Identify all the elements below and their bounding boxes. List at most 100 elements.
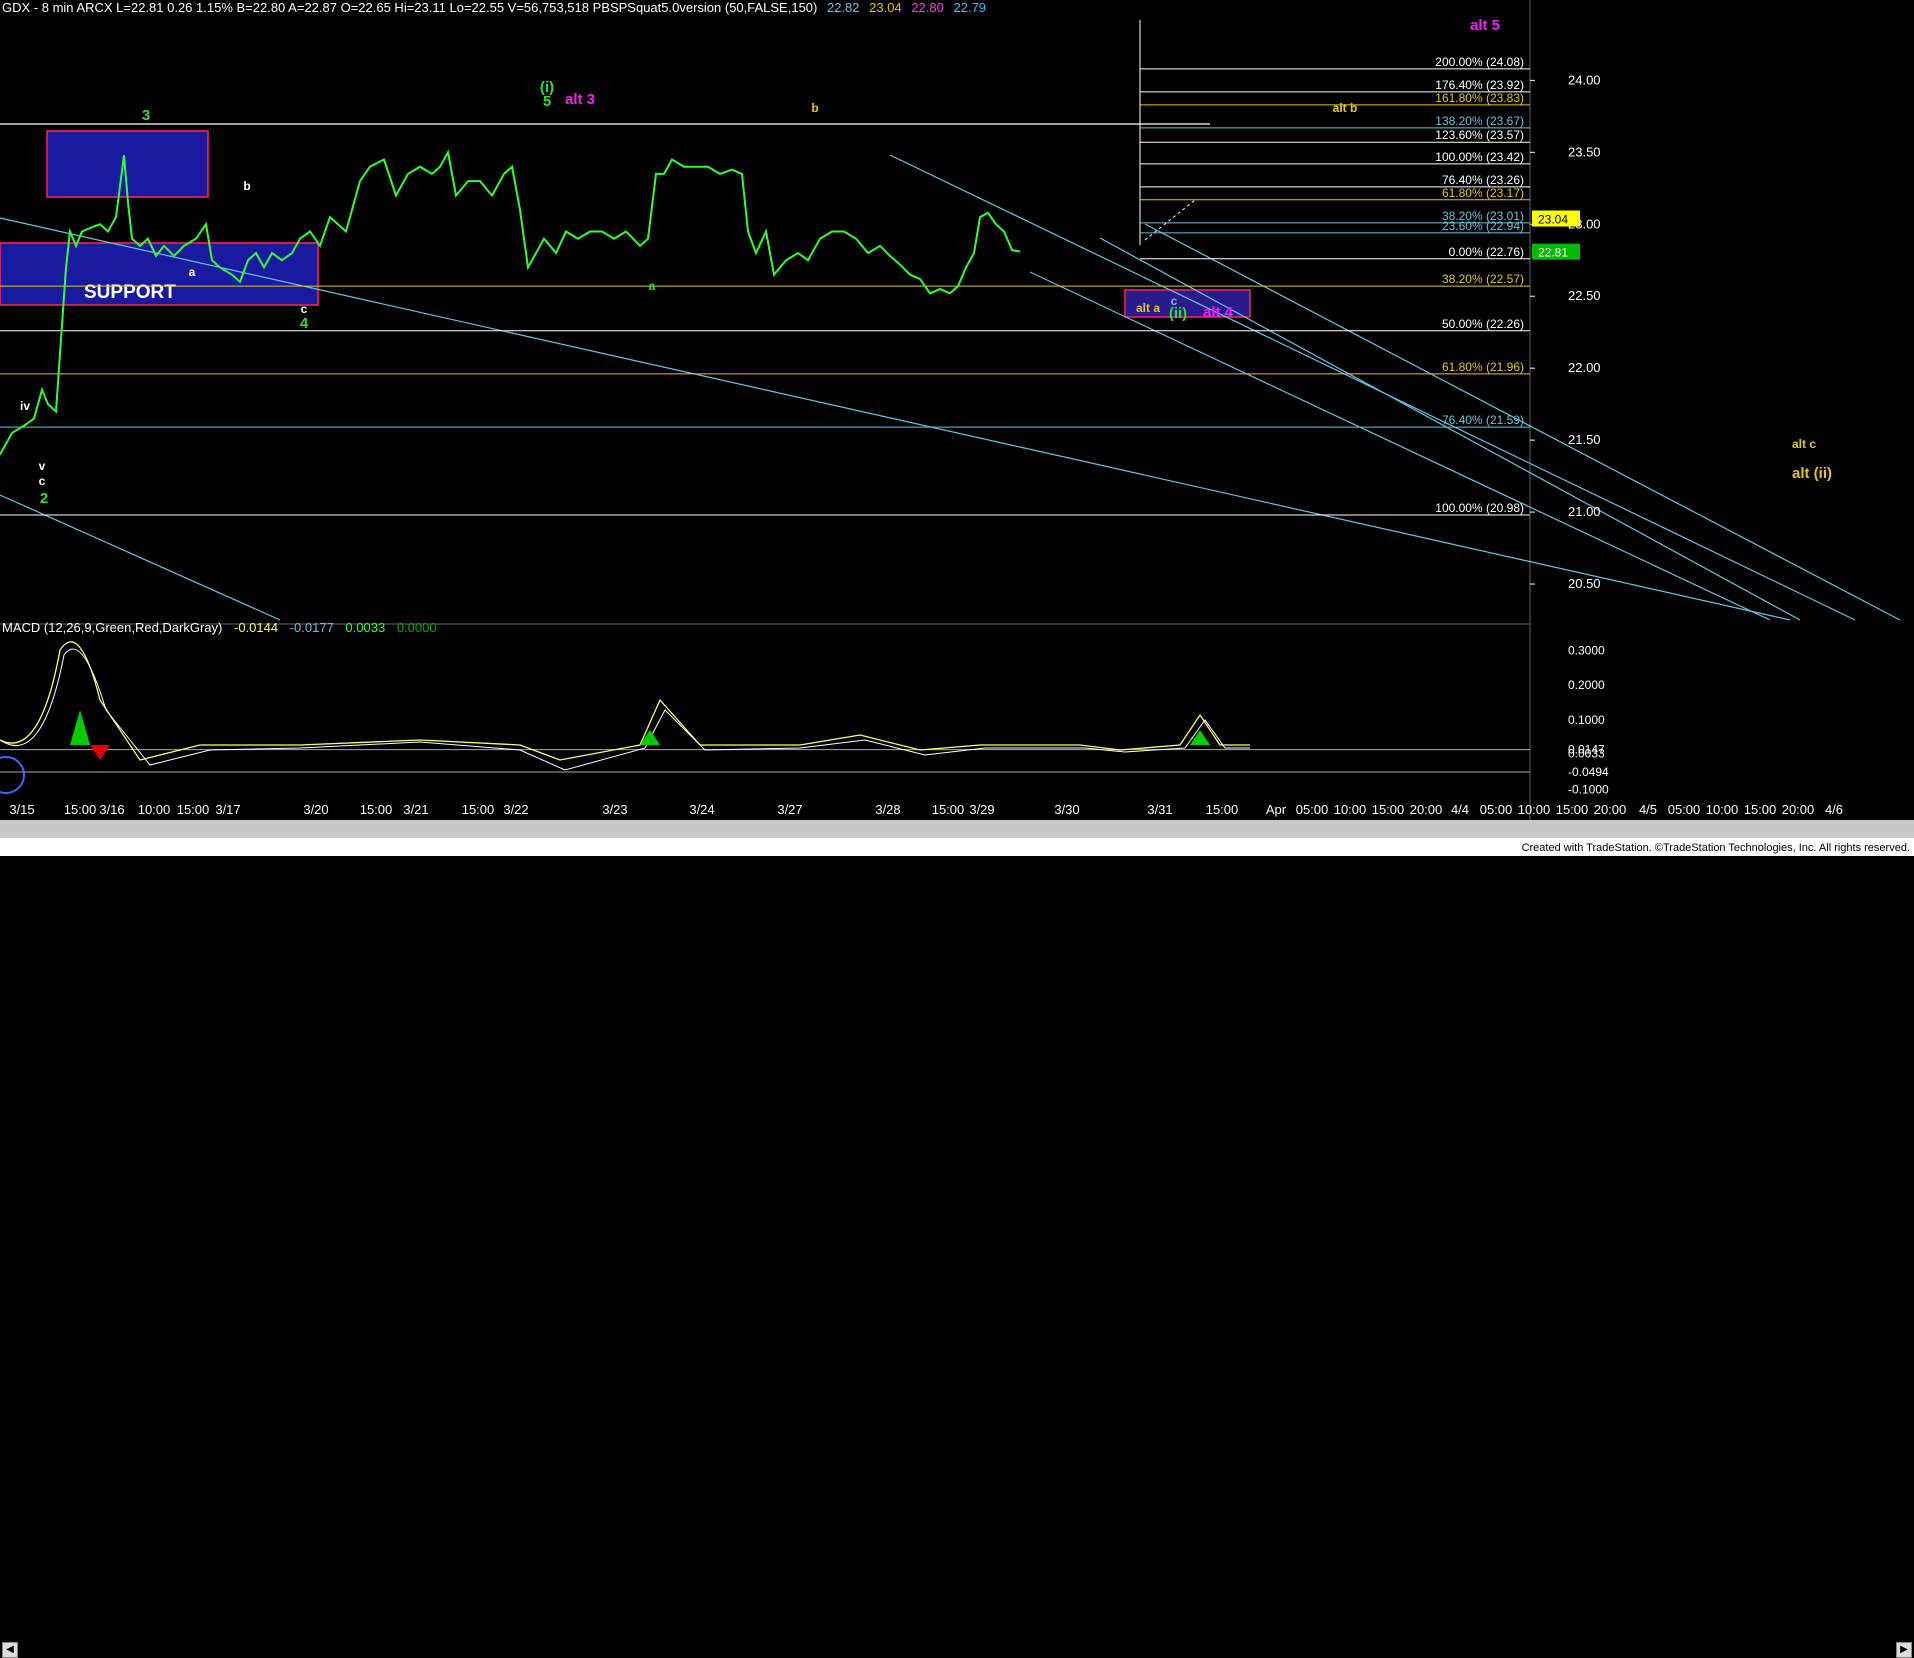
wave-label: alt c	[1792, 437, 1816, 451]
x-tick-label: 3/23	[602, 802, 627, 817]
price-chart: SUPPORT 200.00% (24.08) 176.40% (23.92)16…	[0, 0, 1914, 820]
wave-label: 2	[40, 490, 48, 507]
x-tick-label: 3/28	[875, 802, 900, 817]
fib-label: 200.00% (24.08)	[1435, 55, 1524, 69]
fib-label: 176.40% (23.92)	[1435, 78, 1524, 92]
wave-label: alt 4	[1203, 304, 1234, 321]
x-tick-label: 05:00	[1668, 802, 1701, 817]
x-tick-label: 15:00	[462, 802, 495, 817]
last-marker-label: 23.04	[1538, 213, 1568, 227]
macd-tick-label: 0.2000	[1568, 678, 1605, 692]
wave-label: a	[189, 265, 196, 279]
wave-label: b	[811, 101, 818, 115]
y-tick-label: 23.50	[1568, 144, 1601, 159]
wave-label: iv	[20, 399, 30, 413]
fib-label: 23.60% (22.94)	[1442, 219, 1524, 233]
x-tick-label: 15:00	[932, 802, 965, 817]
fib-label: 76.40% (23.26)	[1442, 173, 1524, 187]
x-tick-label: 3/15	[9, 802, 34, 817]
macd-value-2: -0.0177	[289, 620, 334, 635]
x-tick-label: Apr	[1266, 802, 1287, 817]
x-tick-label: 20:00	[1594, 802, 1627, 817]
x-tick-label: 10:00	[1518, 802, 1551, 817]
macd-tick-label: 0.0033	[1568, 747, 1605, 761]
x-tick-label: 15:00	[1556, 802, 1589, 817]
ind-value-2: 23.04	[869, 0, 902, 15]
chart-header: GDX - 8 min ARCX L=22.81 0.26 1.15% B=22…	[2, 0, 992, 20]
y-tick-label: 24.00	[1568, 72, 1601, 87]
fib-label: 50.00% (22.26)	[1442, 317, 1524, 331]
wave-label: alt 5	[1470, 17, 1500, 34]
fib-label: 100.00% (20.98)	[1435, 501, 1524, 515]
macd-tick-label: -0.1000	[1568, 783, 1609, 797]
x-tick-label: 3/31	[1147, 802, 1172, 817]
macd-tick-label: -0.0494	[1568, 765, 1609, 779]
wave-label: a	[649, 279, 656, 293]
x-tick-label: 3/29	[969, 802, 994, 817]
x-tick-label: 4/5	[1639, 802, 1657, 817]
macd-label: MACD (12,26,9,Green,Red,DarkGray)	[2, 620, 223, 635]
wave-label: c	[301, 302, 308, 316]
x-tick-label: 15:00	[177, 802, 210, 817]
fib-label: 123.60% (23.57)	[1435, 128, 1524, 142]
ind-value-3: 22.80	[911, 0, 944, 15]
wave-label: alt (ii)	[1792, 465, 1832, 482]
support-label: SUPPORT	[84, 282, 176, 303]
x-tick-label: 10:00	[138, 802, 171, 817]
x-tick-label: 3/30	[1054, 802, 1079, 817]
wave-label: v	[39, 459, 46, 473]
macd-tick-label: 0.1000	[1568, 713, 1605, 727]
x-tick-label: 05:00	[1480, 802, 1513, 817]
y-tick-label: 22.00	[1568, 360, 1601, 375]
footer-bar: Created with TradeStation. ©TradeStation…	[0, 838, 1914, 856]
fib-label: 76.40% (21.59)	[1442, 413, 1524, 427]
x-tick-label: 15:00	[64, 802, 97, 817]
wave-label: (ii)	[1169, 305, 1187, 322]
x-tick-label: 3/27	[777, 802, 802, 817]
x-tick-label: 20:00	[1782, 802, 1815, 817]
wave-label: 5	[543, 93, 551, 110]
x-tick-label: 3/21	[403, 802, 428, 817]
macd-header: MACD (12,26,9,Green,Red,DarkGray) -0.014…	[2, 620, 445, 635]
x-tick-label: 3/24	[689, 802, 714, 817]
y-tick-label: 20.50	[1568, 576, 1601, 591]
ind-value-1: 22.82	[826, 0, 860, 15]
wave-label: 3	[142, 107, 150, 124]
wave-label: alt b	[1333, 101, 1358, 115]
scroll-right-arrow-icon[interactable]: ▶	[1896, 1642, 1912, 1658]
x-tick-label: 3/16	[99, 802, 124, 817]
fib-label: 161.80% (23.83)	[1435, 91, 1524, 105]
fib-label: 38.20% (22.57)	[1442, 272, 1524, 286]
symbol-info: GDX - 8 min ARCX L=22.81 0.26 1.15% B=22…	[2, 0, 818, 15]
macd-value-3: 0.0033	[345, 620, 386, 635]
x-tick-label: 05:00	[1296, 802, 1329, 817]
y-tick-label: 22.50	[1568, 288, 1601, 303]
fib-label: 100.00% (23.42)	[1435, 150, 1524, 164]
wave-label: alt 3	[565, 91, 595, 108]
x-tick-label: 3/17	[215, 802, 240, 817]
y-tick-label: 21.00	[1568, 504, 1601, 519]
x-tick-label: 4/6	[1825, 802, 1843, 817]
wave-label: b	[243, 179, 250, 193]
macd-tick-label: 0.3000	[1568, 643, 1605, 657]
horizontal-scrollbar[interactable]: ◀ ▶	[0, 820, 1914, 1658]
x-tick-label: 3/22	[503, 802, 528, 817]
fib-label: 138.20% (23.67)	[1435, 114, 1524, 128]
x-tick-label: 15:00	[1206, 802, 1239, 817]
wave-label: 4	[300, 315, 309, 332]
x-tick-label: 3/20	[303, 802, 328, 817]
fib-label: 61.80% (21.96)	[1442, 360, 1524, 374]
macd-value-1: -0.0144	[233, 620, 279, 635]
last-price-label: 22.81	[1538, 246, 1568, 260]
macd-value-4: 0.0000	[396, 620, 437, 635]
x-tick-label: 10:00	[1706, 802, 1739, 817]
wave-label: alt a	[1136, 301, 1160, 315]
y-tick-label: 21.50	[1568, 432, 1601, 447]
scroll-left-arrow-icon[interactable]: ◀	[2, 1642, 18, 1658]
copyright-text: Created with TradeStation. ©TradeStation…	[1521, 842, 1910, 854]
fib-label: 0.00% (22.76)	[1449, 245, 1524, 259]
ind-value-4: 22.79	[953, 0, 987, 15]
fib-label: 61.80% (23.17)	[1442, 186, 1524, 200]
x-tick-label: 4/4	[1451, 802, 1469, 817]
x-tick-label: 15:00	[1744, 802, 1777, 817]
